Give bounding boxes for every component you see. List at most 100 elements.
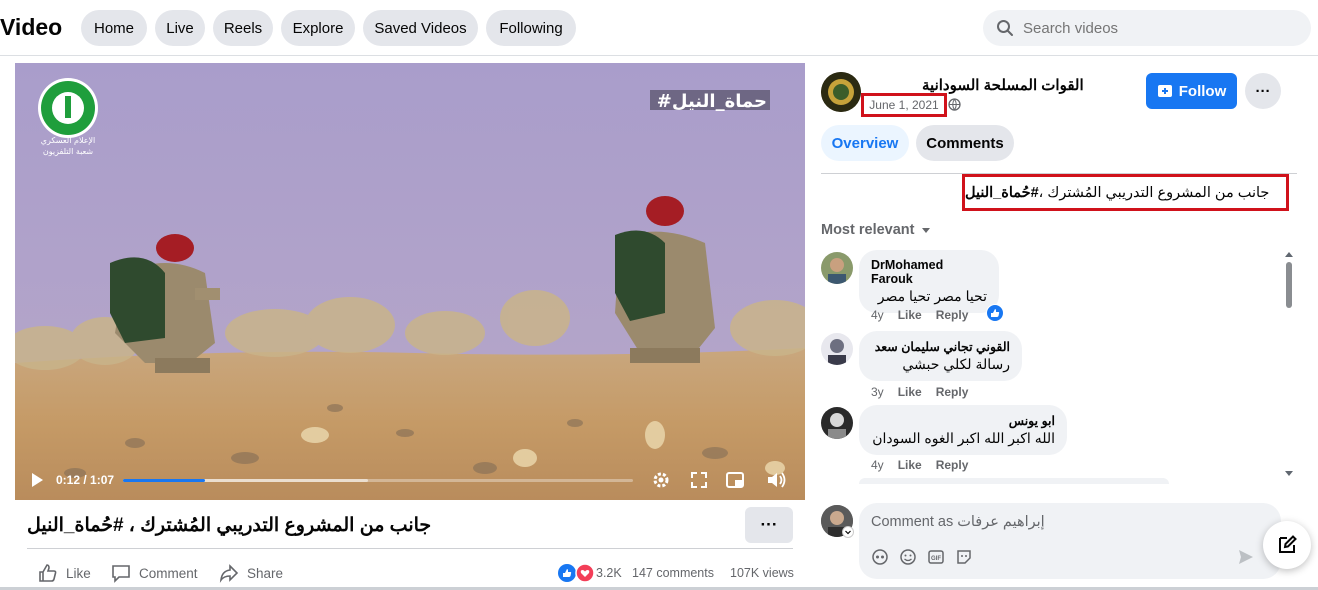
sticker-icon[interactable] [955, 548, 973, 566]
comment-age: 3y [871, 385, 884, 399]
post-description: جانب من المشروع التدريبي المُشترك ، #حُم… [962, 174, 1289, 211]
commenter-avatar[interactable] [821, 333, 853, 365]
video-time: 0:12 / 1:07 [56, 473, 115, 487]
gif-icon[interactable]: GIF [927, 548, 945, 566]
tab-overview[interactable]: Overview [821, 125, 909, 161]
fullscreen-icon[interactable] [690, 471, 708, 489]
logo-caption-2: شعبة التلفزيون [43, 147, 94, 156]
share-arrow-icon [219, 564, 239, 583]
nav-following[interactable]: Following [486, 10, 576, 46]
post-date[interactable]: June 1, 2021 [861, 93, 947, 117]
comment-like-link[interactable]: Like [898, 308, 922, 322]
comment-label: Comment [139, 565, 198, 581]
nav-reels[interactable]: Reels [213, 10, 273, 46]
video-player[interactable]: الإعلام العسكري شعبة التلفزيون #حماة_الن… [15, 63, 805, 500]
comment-text: تحيا مصر تحيا مصر [877, 288, 987, 304]
tab-comments[interactable]: Comments [916, 125, 1014, 161]
page-more-button[interactable]: ··· [1245, 73, 1281, 109]
settings-gear-icon[interactable] [651, 470, 671, 490]
top-bar: Video Home Live Reels Explore Saved Vide… [0, 0, 1318, 56]
channel-logo [38, 78, 98, 138]
share-label: Share [247, 565, 284, 581]
description-text: جانب من المشروع التدريبي المُشترك ، [1038, 184, 1270, 201]
thumbs-up-icon [39, 564, 57, 582]
emoji-icon[interactable] [899, 548, 917, 566]
play-icon[interactable] [29, 472, 45, 488]
commenter-name[interactable]: القوني تجاني سليمان سعد [871, 339, 1010, 354]
caret-down-icon [922, 228, 931, 233]
comment-reply-link[interactable]: Reply [936, 308, 969, 322]
comments-count[interactable]: 147 comments [632, 563, 714, 583]
description-hashtag[interactable]: #حُماة_النيل [965, 185, 1039, 201]
video-title: جانب من المشروع التدريبي المُشترك ، #حُم… [27, 515, 432, 536]
comment-like-link[interactable]: Like [898, 385, 922, 399]
video-more-button[interactable]: ··· [745, 507, 793, 543]
nav-saved-videos[interactable]: Saved Videos [363, 10, 478, 46]
more-dots-icon: ··· [1255, 82, 1271, 100]
follow-plus-icon [1157, 85, 1172, 97]
divider [27, 548, 793, 549]
follow-label: Follow [1178, 82, 1227, 100]
comment-reply-link[interactable]: Reply [936, 385, 969, 399]
page-title: Video [0, 14, 63, 40]
commenter-avatar[interactable] [821, 252, 853, 284]
picture-in-picture-icon[interactable] [725, 470, 745, 490]
comment-sort-dropdown[interactable]: Most relevant [821, 222, 933, 238]
page-name[interactable]: القوات المسلحة السودانية [922, 76, 1084, 94]
chevron-down-icon[interactable] [842, 526, 854, 538]
comment-like-link[interactable]: Like [898, 458, 922, 472]
compose-edit-icon [1279, 535, 1297, 553]
comment-bubble-icon [112, 565, 130, 583]
like-label: Like [66, 565, 91, 581]
comment-input[interactable]: Comment as إبراهيم عرفات [871, 514, 1045, 530]
comment-bubble: ابو يونس الله اكبر الله اكبر الغوه السود… [859, 405, 1067, 455]
like-reaction-icon [986, 304, 1004, 322]
globe-icon [948, 98, 961, 111]
comments-scrollbar[interactable] [1284, 250, 1294, 478]
commenter-avatar[interactable] [821, 407, 853, 439]
comment-bubble [859, 478, 1169, 484]
avatar-sticker-icon[interactable] [871, 548, 889, 566]
comment-meta: 4y Like Reply [871, 308, 968, 322]
volume-icon[interactable] [766, 470, 788, 490]
nav-live[interactable]: Live [155, 10, 205, 46]
commenter-name[interactable]: DrMohamed Farouk [871, 258, 987, 286]
comment-reply-link[interactable]: Reply [936, 458, 969, 472]
comment-age: 4y [871, 458, 884, 472]
nav-explore[interactable]: Explore [281, 10, 355, 46]
commenter-name[interactable]: ابو يونس [871, 413, 1055, 428]
like-button[interactable]: Like [38, 563, 91, 583]
page-avatar[interactable] [821, 72, 861, 112]
comment-text: الله اكبر الله اكبر الغوه السودان [872, 430, 1055, 446]
video-hashtag-overlay: #حماة_النيل [657, 91, 767, 112]
svg-text:GIF: GIF [931, 556, 941, 562]
comment-meta: 4y Like Reply [871, 458, 968, 472]
comment-composer[interactable]: Comment as إبراهيم عرفات GIF [859, 503, 1281, 579]
comment-text: رسالة لكلي حبشي [902, 356, 1010, 372]
video-controls: 0:12 / 1:07 [15, 460, 805, 500]
comment-button[interactable]: Comment [111, 563, 198, 583]
reaction-icons [558, 563, 595, 583]
played-bar [123, 479, 205, 482]
composer-tools: GIF [871, 548, 973, 566]
comment-meta: 3y Like Reply [871, 385, 968, 399]
comment-bubble: القوني تجاني سليمان سعد رسالة لكلي حبشي [859, 331, 1022, 381]
views-count: 107K views [730, 566, 794, 580]
progress-bar[interactable] [123, 479, 633, 482]
reactions-count: 3.2K [596, 566, 622, 580]
new-message-button[interactable] [1263, 521, 1311, 569]
send-icon[interactable] [1237, 548, 1255, 566]
search-icon [997, 20, 1013, 36]
reactions-summary[interactable]: 3.2K [558, 563, 622, 583]
video-frame: الإعلام العسكري شعبة التلفزيون #حماة_الن… [15, 63, 805, 500]
search-input[interactable] [1023, 19, 1293, 37]
follow-button[interactable]: Follow [1146, 73, 1237, 109]
more-dots-icon: ··· [760, 515, 778, 534]
logo-caption-1: الإعلام العسكري [41, 136, 96, 146]
nav-home[interactable]: Home [81, 10, 147, 46]
search-box[interactable] [983, 10, 1311, 46]
share-button[interactable]: Share [219, 563, 283, 583]
sort-label: Most relevant [821, 222, 915, 238]
comment-bubble: DrMohamed Farouk تحيا مصر تحيا مصر [859, 250, 999, 313]
comment-age: 4y [871, 308, 884, 322]
